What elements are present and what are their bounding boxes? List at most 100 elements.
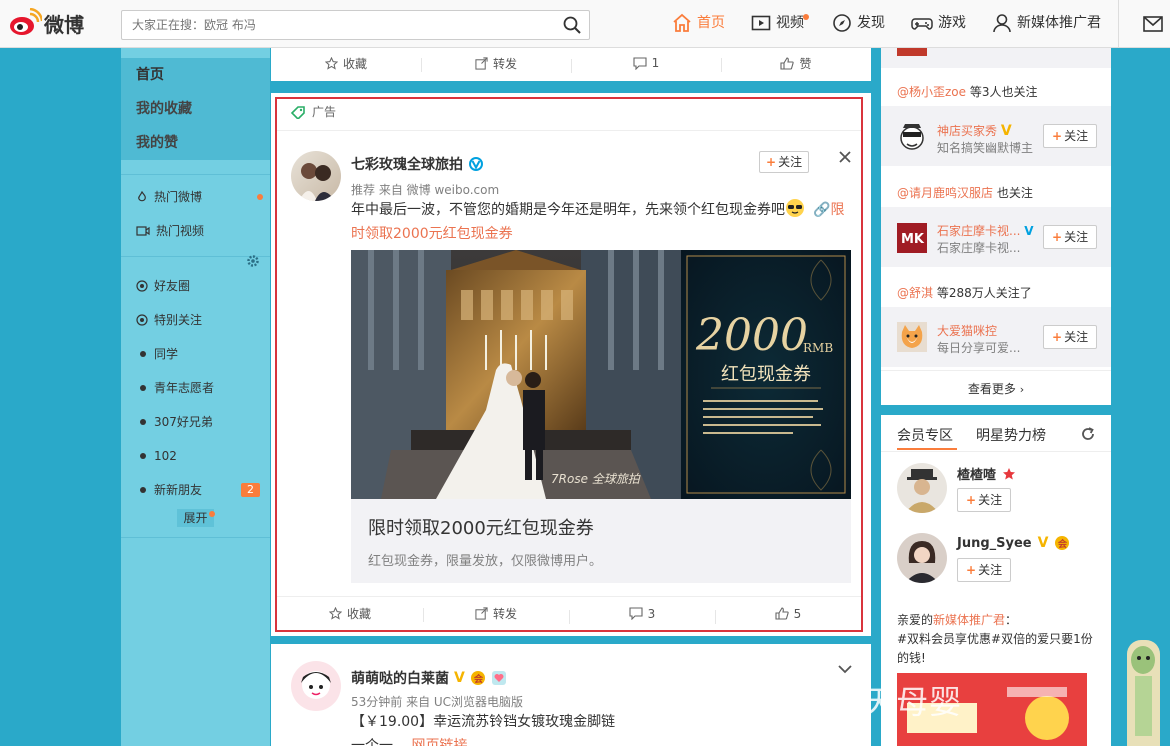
like-button[interactable]: 赞 [721,55,871,72]
web-link[interactable]: 网页链接 [411,738,467,746]
sidebar-group-307[interactable]: 307好兄弟 [121,405,270,439]
tab-star-rank[interactable]: 明星势力榜 [976,425,1046,445]
rec-name[interactable]: 石家庄摩卡视... V [937,222,1034,239]
man-hat-photo [905,469,939,513]
verified-gold-icon: V [1037,535,1049,551]
rec-name[interactable]: 神店买家秀 V [937,122,1012,139]
nav-game[interactable]: 游戏 [911,12,966,34]
rec-name[interactable]: 大爱猫咪控 [937,322,997,339]
sidebar-item-likes[interactable]: 我的赞 [121,126,270,160]
chevron-down-icon[interactable] [838,664,852,674]
side-mascot[interactable] [1127,640,1160,746]
ad-image-amount: 2000 [695,310,808,361]
anime-avatar-icon [301,671,331,699]
ad-source: 推荐 来自 微博 weibo.com [351,183,500,197]
circle-dot-icon [136,314,148,326]
cucumber-mascot-icon [1131,646,1155,736]
video-icon [136,226,150,236]
expand-button[interactable]: 展开 [177,509,214,527]
member-avatar[interactable] [897,463,947,513]
comment-button[interactable]: 1 [571,56,721,73]
ad-tag-icon [290,105,305,119]
rec-avatar[interactable] [897,122,927,152]
close-icon[interactable] [839,151,851,163]
logo-text: 微博 [44,12,84,37]
sidebar-item-label: 热门微博 [154,190,203,204]
favorite-button[interactable]: 收藏 [277,605,423,622]
rec-desc: 知名搞笑幽默博主 [937,141,1034,155]
wedding-church-photo: 2000 RMB 红包现金券 7Rose 全球旅拍 [351,250,851,499]
ad-image[interactable]: 2000 RMB 红包现金券 7Rose 全球旅拍 [351,250,851,499]
verified-gold-icon: V [454,670,465,686]
follow-button[interactable]: + 关注 [759,151,810,173]
post-author-name[interactable]: 萌萌哒的白莱菌 [351,668,449,688]
divider [1118,0,1119,48]
follow-button[interactable]: + 关注 [1043,124,1098,148]
sidebar-item-hot-video[interactable]: 热门视频 [121,214,270,248]
nav-game-label: 游戏 [938,15,966,31]
comment-icon [633,56,647,70]
follow-button[interactable]: + 关注 [1043,325,1098,349]
repost-button[interactable]: 转发 [423,605,569,622]
like-button[interactable]: 5 [715,607,861,624]
mail-icon[interactable] [1143,16,1163,32]
rec-avatar[interactable] [897,322,927,352]
tab-members[interactable]: 会员专区 [897,425,953,445]
nav-profile[interactable]: 新媒体推广君 [992,12,1101,34]
member-avatar[interactable] [897,533,947,583]
verified-blue-icon [469,157,483,171]
comment-button[interactable]: 3 [569,607,715,624]
ad-account-name[interactable]: 七彩玫瑰全球旅拍 [351,154,463,174]
heart-badge-icon [491,671,506,685]
member-name[interactable]: 楂楂喳 [957,464,996,483]
sidebar-group-friends-circle[interactable]: 好友圈 [121,269,270,303]
see-more-link[interactable]: 查看更多 › [881,380,1111,397]
ad-image-subtitle: 红包现金券 [721,364,811,385]
repost-button[interactable]: 转发 [421,55,571,72]
post-avatar[interactable] [291,661,341,711]
share-icon [475,607,488,620]
sidebar-item-hot-weibo[interactable]: 热门微博 [121,180,270,214]
follow-button[interactable]: + 关注 [1043,225,1098,249]
member-promo-text: 亲爱的新媒体推广君： #双料会员享优惠#双倍的爱只要1份的钱! [897,613,1093,665]
sidebar-item-home[interactable]: 首页 [121,58,270,92]
nav-video[interactable]: 视频 [751,12,809,34]
ad-image-brand: 7Rose 全球旅拍 [551,472,641,486]
rec-desc: 石家庄摩卡视... [937,241,1021,255]
favorite-button[interactable]: 收藏 [271,55,421,72]
refresh-icon[interactable] [1080,426,1096,442]
follow-button[interactable]: + 关注 [957,488,1012,512]
sidebar-item-favorites[interactable]: 我的收藏 [121,92,270,126]
circle-dot-icon [136,280,148,292]
star-icon [324,56,338,70]
svg-text:会: 会 [1058,538,1068,550]
gear-icon[interactable] [246,254,260,268]
vip-badge-icon: 会 [1055,536,1070,550]
sidebar-item-label: 热门视频 [156,224,205,238]
svg-text:MK: MK [901,232,925,247]
sidebar-item-label: 特别关注 [154,313,203,327]
sidebar-group-new-friends[interactable]: 新新朋友 2 [121,473,270,507]
rec-avatar[interactable]: MK [897,223,927,253]
post-meta: 53分钟前 来自 UC浏览器电脑版 [351,695,524,709]
rec-intro: @请月鹿鸣汉服店 也关注 [897,186,1033,200]
ad-avatar[interactable] [291,151,341,201]
nav-profile-label: 新媒体推广君 [1017,15,1101,31]
sidebar-group-special[interactable]: 特别关注 [121,303,270,337]
nav-discover[interactable]: 发现 [832,12,885,34]
follow-button[interactable]: + 关注 [957,558,1012,582]
search-icon[interactable] [563,16,581,34]
sidebar-group-classmates[interactable]: 同学 [121,337,270,371]
ad-link-card[interactable]: 限时领取2000元红包现金券 红包现金券，限量发放，仅限微博用户。 [351,499,851,583]
video-icon [751,15,771,31]
flame-icon [138,191,146,202]
nav-home[interactable]: 首页 [672,12,725,34]
search-input[interactable] [122,11,542,39]
mk-logo-icon: MK [901,232,925,247]
weibo-logo[interactable]: 微博 [8,8,84,38]
sidebar-group-102[interactable]: 102 [121,439,270,473]
sidebar-group-volunteers[interactable]: 青年志愿者 [121,371,270,405]
woman-photo [905,541,939,583]
sidebar-item-label: 新新朋友 [154,483,203,497]
member-name[interactable]: Jung_Syee [957,536,1032,551]
